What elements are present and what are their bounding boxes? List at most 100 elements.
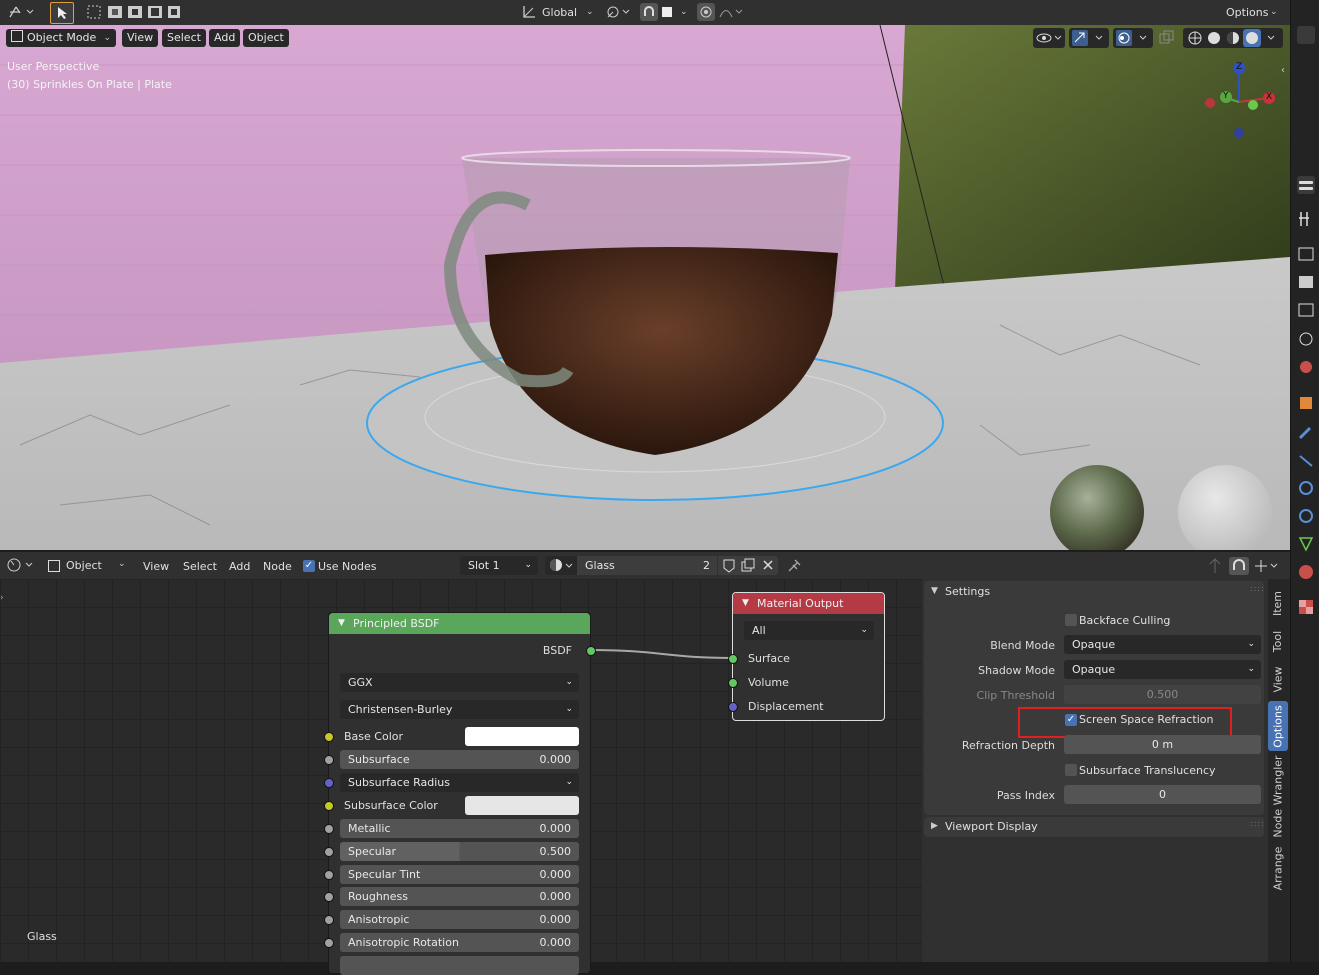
blend-mode-dropdown[interactable]: Opaque ⌄ — [1064, 635, 1261, 654]
collapse-arrow-icon[interactable]: ▼ — [338, 613, 345, 634]
panel-collapsed-arrow-icon[interactable]: ▶ — [931, 821, 938, 831]
sidebar-expand-arrow-icon[interactable]: ‹ — [1281, 65, 1285, 76]
viewport-menu-add[interactable]: Add — [209, 29, 241, 47]
output-target-value: All — [752, 624, 766, 637]
snap-increment-icon[interactable] — [660, 5, 674, 19]
roughness-field[interactable]: Roughness 0.000 — [340, 887, 579, 906]
viewport-menu-object[interactable]: Object — [243, 29, 289, 47]
distribution-dropdown[interactable]: GGX ⌄ — [340, 673, 579, 692]
tab-options[interactable]: Options — [1268, 701, 1288, 751]
metallic-socket[interactable] — [324, 824, 334, 834]
3d-viewport[interactable]: Object Mode ⌄ View Select Add Object Use… — [0, 25, 1290, 550]
settings-panel-title[interactable]: Settings — [945, 585, 990, 598]
visibility-icon[interactable] — [1033, 28, 1065, 48]
backface-culling-checkbox[interactable] — [1065, 614, 1077, 626]
panel-expanded-arrow-icon[interactable]: ▼ — [931, 586, 938, 596]
subsurface-radius-dropdown[interactable]: Subsurface Radius ⌄ — [340, 773, 579, 792]
subsurface-socket[interactable] — [324, 755, 334, 765]
pin-icon[interactable] — [786, 557, 804, 573]
surface-socket[interactable] — [728, 654, 738, 664]
toolbar-expand-arrow-icon[interactable]: › — [0, 593, 4, 603]
transform-orientation[interactable]: Global — [542, 6, 577, 19]
output-target-dropdown[interactable]: All ⌄ — [744, 621, 874, 640]
material-name-field[interactable]: Glass — [577, 556, 697, 575]
subsurface-color-swatch[interactable] — [465, 796, 579, 815]
chevron-down-icon: ⌄ — [565, 677, 573, 687]
slot-dropdown[interactable]: Slot 1 ⌄ — [460, 556, 538, 575]
chevron-down-icon[interactable]: ⌄ — [586, 7, 594, 17]
shading-mode-icons[interactable] — [1183, 28, 1283, 48]
tab-tool[interactable]: Tool — [1268, 625, 1288, 657]
volume-socket[interactable] — [728, 678, 738, 688]
roughness-socket[interactable] — [324, 892, 334, 902]
specular-tint-value: 0.000 — [539, 868, 572, 881]
shadow-mode-dropdown[interactable]: Opaque ⌄ — [1064, 660, 1261, 679]
tab-node-wrangler[interactable]: Node Wrangler — [1268, 755, 1288, 837]
subsurface-field[interactable]: Subsurface 0.000 — [340, 750, 579, 769]
specular-label: Specular — [348, 845, 397, 858]
pass-index-field[interactable]: 0 — [1064, 785, 1261, 804]
subsurface-radius-socket[interactable] — [324, 778, 334, 788]
anisotropic-socket[interactable] — [324, 915, 334, 925]
metallic-field[interactable]: Metallic 0.000 — [340, 819, 579, 838]
overlays-icon[interactable] — [1113, 28, 1153, 48]
drag-handle-icon[interactable]: :::: — [1250, 584, 1265, 593]
editor-type-icon[interactable] — [6, 557, 36, 573]
chevron-down-icon[interactable]: ⌄ — [680, 7, 688, 17]
pivot-point-icon[interactable] — [605, 4, 633, 20]
subsurface-color-socket[interactable] — [324, 801, 334, 811]
node-editor-canvas[interactable]: ▼ Principled BSDF BSDF GGX ⌄ Christensen-… — [0, 579, 922, 975]
subsurface-method-dropdown[interactable]: Christensen-Burley ⌄ — [340, 700, 579, 719]
falloff-curve-icon[interactable] — [718, 4, 746, 20]
anisotropic-field[interactable]: Anisotropic 0.000 — [340, 910, 579, 929]
node-menu-view[interactable]: View — [143, 560, 169, 573]
object-mode-dropdown[interactable]: Object Mode ⌄ — [6, 29, 116, 47]
xray-icon[interactable] — [1158, 30, 1178, 46]
refraction-depth-field[interactable]: 0 m — [1064, 735, 1261, 754]
subsurface-radius-label: Subsurface Radius — [348, 776, 450, 789]
principled-bsdf-node[interactable]: ▼ Principled BSDF BSDF GGX ⌄ Christensen-… — [324, 612, 596, 975]
node-menu-select[interactable]: Select — [183, 560, 217, 573]
viewport-display-title[interactable]: Viewport Display — [945, 820, 1038, 833]
specular-field[interactable]: Specular 0.500 — [340, 842, 579, 861]
collapse-arrow-icon[interactable]: ▼ — [742, 593, 749, 614]
anisotropic-rotation-field[interactable]: Anisotropic Rotation 0.000 — [340, 933, 579, 952]
chevron-down-icon[interactable]: ⌄ — [1270, 7, 1278, 17]
bsdf-output-socket[interactable] — [586, 646, 596, 656]
node-menu-node[interactable]: Node — [263, 560, 292, 573]
proportional-edit-icon[interactable] — [697, 3, 715, 21]
blend-mode-label: Blend Mode — [990, 639, 1055, 652]
use-nodes-checkbox[interactable]: ✓ — [303, 560, 315, 572]
viewport-menu-select[interactable]: Select — [162, 29, 206, 47]
specular-tint-field[interactable]: Specular Tint 0.000 — [340, 865, 579, 884]
displacement-socket[interactable] — [728, 702, 738, 712]
transform-pivot-icon[interactable] — [6, 3, 36, 21]
viewport-menu-view[interactable]: View — [122, 29, 159, 47]
options-menu[interactable]: Options — [1226, 6, 1268, 19]
gizmo-toggle-icon[interactable] — [1069, 28, 1109, 48]
subsurface-translucency-checkbox[interactable] — [1065, 764, 1077, 776]
select-tool-icon[interactable] — [50, 2, 74, 24]
node-snap-icons[interactable] — [1205, 556, 1285, 576]
snap-magnet-icon[interactable] — [640, 3, 658, 21]
material-output-header[interactable]: ▼ Material Output — [733, 593, 884, 614]
selection-mode-icons[interactable] — [86, 4, 182, 20]
object-shader-dropdown[interactable]: Object ⌄ — [44, 556, 130, 575]
next-input-field[interactable] — [340, 956, 579, 975]
navigation-gizmo[interactable]: Z Y X — [1198, 60, 1282, 144]
tab-view[interactable]: View — [1268, 661, 1288, 697]
tab-arrange[interactable]: Arrange — [1268, 843, 1288, 893]
base-color-socket[interactable] — [324, 732, 334, 742]
clip-threshold-field[interactable]: 0.500 — [1064, 685, 1261, 704]
drag-handle-icon[interactable]: :::: — [1250, 819, 1265, 828]
anisotropic-rotation-socket[interactable] — [324, 938, 334, 948]
node-menu-add[interactable]: Add — [229, 560, 250, 573]
base-color-swatch[interactable] — [465, 727, 579, 746]
browse-material-icon[interactable] — [545, 556, 577, 575]
principled-bsdf-header[interactable]: ▼ Principled BSDF — [329, 613, 590, 634]
material-output-node[interactable]: ▼ Material Output All ⌄ Surface Volume Di… — [728, 592, 885, 721]
tab-item[interactable]: Item — [1268, 583, 1288, 623]
material-user-count[interactable]: 2 — [697, 556, 717, 575]
specular-socket[interactable] — [324, 847, 334, 857]
specular-tint-socket[interactable] — [324, 870, 334, 880]
